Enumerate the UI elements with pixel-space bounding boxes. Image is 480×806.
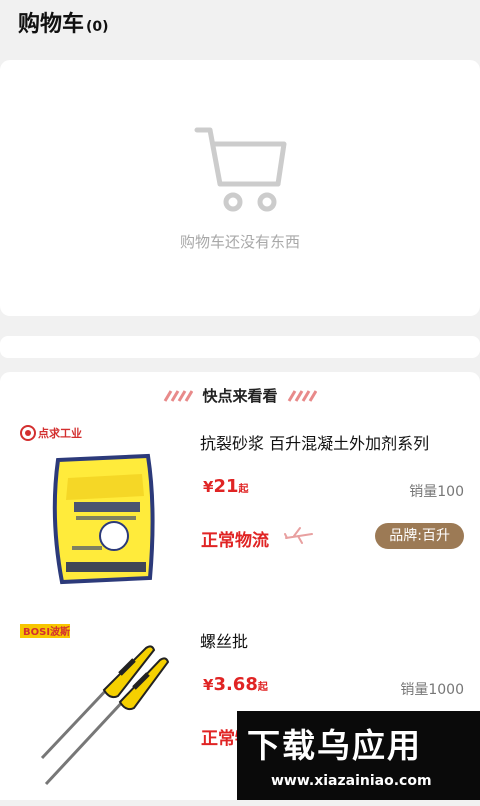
product-image[interactable]: BOSI波斯 [16, 616, 180, 796]
product-name[interactable]: 螺丝批 [200, 628, 470, 652]
logistics-label: 正常物流 [201, 531, 269, 551]
watermark: 下载乌应用 www.xiazainiao.com [237, 711, 480, 800]
empty-cart-message: 购物车还没有东西 [179, 233, 300, 251]
cart-count: (0) [86, 19, 109, 35]
watermark-logo-text: 下载乌应用 [247, 726, 422, 765]
product-sales: 销量1000 [400, 682, 464, 698]
recommendations-title: 快点来看看 [202, 387, 278, 405]
product-sales: 销量100 [409, 484, 464, 500]
airplane-icon [284, 527, 313, 544]
stripes-right-icon [287, 389, 317, 402]
page-title: 购物车 (0) [18, 12, 109, 37]
brand-tag: 品牌:百升 [375, 523, 464, 549]
product-price: ¥3.68起 [203, 674, 268, 695]
svg-text:BOSI波斯: BOSI波斯 [23, 625, 70, 638]
shopping-cart-icon [194, 127, 287, 212]
spacer-card [0, 336, 480, 358]
product-image[interactable]: 点求工业 [16, 418, 180, 598]
product-card[interactable]: 点求工业 抗裂砂浆 百升混凝土外加剂系列 ¥21起 销量100 正常物流 品牌:… [0, 408, 480, 608]
recommendations-heading: 快点来看看 [0, 385, 480, 409]
product-price: ¥21起 [203, 476, 249, 497]
product-name[interactable]: 抗裂砂浆 百升混凝土外加剂系列 [200, 430, 470, 454]
watermark-url: www.xiazainiao.com [271, 773, 432, 789]
svg-text:点求工业: 点求工业 [38, 426, 82, 440]
stripes-left-icon [164, 389, 194, 402]
brand-logo: BOSI波斯 [20, 624, 70, 638]
empty-cart-card: 购物车还没有东西 [0, 60, 480, 316]
header: 购物车 (0) [0, 0, 480, 50]
